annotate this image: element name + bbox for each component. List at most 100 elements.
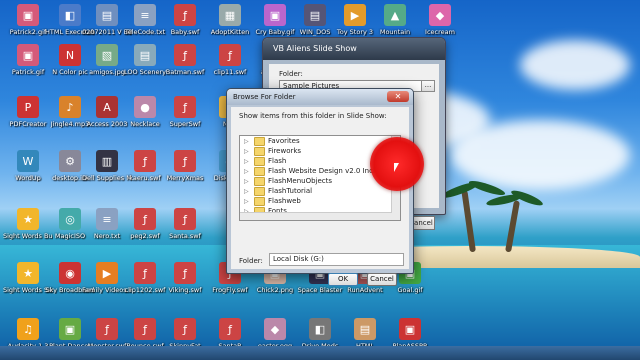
folder-icon xyxy=(254,196,265,206)
desktop-icon-label: RunAdvent xyxy=(347,286,383,294)
tree-folder-label: FlashMenuObjects xyxy=(268,177,333,185)
desktop-icon[interactable]: ƒ Baby.swf xyxy=(160,4,210,36)
file-icon: ƒ xyxy=(174,44,196,66)
file-icon: ● xyxy=(134,96,156,118)
window-title: VB Aliens Slide Show xyxy=(263,38,445,60)
ok-button[interactable]: OK xyxy=(328,273,358,286)
file-icon: ƒ xyxy=(174,208,196,230)
folder-icon xyxy=(254,186,265,196)
file-icon: ◎ xyxy=(59,208,81,230)
file-icon: W xyxy=(17,150,39,172)
file-icon: ◆ xyxy=(264,318,286,340)
file-icon: N xyxy=(59,44,81,66)
desktop-icon[interactable]: ◆ Icecream xyxy=(415,4,465,36)
desktop-icon-label: clip11.swf xyxy=(213,68,247,76)
file-icon: ƒ xyxy=(96,318,118,340)
dialog-title: Browse For Folder xyxy=(227,89,413,105)
folder-icon xyxy=(254,166,265,176)
file-icon: ▣ xyxy=(59,318,81,340)
folder-field[interactable]: Local Disk (G:) xyxy=(269,253,404,266)
desktop-icon[interactable]: ƒ Santa.swf xyxy=(160,208,210,240)
file-icon: ƒ xyxy=(219,44,241,66)
dialog-client: Show items from this folder in Slide Sho… xyxy=(231,107,409,286)
file-icon: ▦ xyxy=(219,4,241,26)
tree-folder-label: Flashweb xyxy=(268,197,301,205)
cancel-button[interactable]: Cancel xyxy=(367,273,397,286)
close-icon[interactable]: ✕ xyxy=(387,91,409,102)
file-icon: ƒ xyxy=(134,262,156,284)
desktop-icon-label: SuperSwf xyxy=(169,120,201,128)
file-icon: ≡ xyxy=(134,4,156,26)
taskbar xyxy=(0,346,640,360)
file-icon: ▣ xyxy=(17,44,39,66)
palm-tree xyxy=(461,190,476,253)
desktop-icon[interactable]: ƒ Batman.swf xyxy=(160,44,210,76)
file-icon: ƒ xyxy=(174,262,196,284)
tree-folder-item[interactable]: ▷ FlashTutorial xyxy=(240,186,400,196)
cursor-highlight xyxy=(370,137,424,191)
file-icon: ♫ xyxy=(17,318,39,340)
file-icon: ▣ xyxy=(17,4,39,26)
folder-icon xyxy=(254,146,265,156)
dialog-prompt: Show items from this folder in Slide Sho… xyxy=(239,112,387,120)
file-icon: ◧ xyxy=(59,4,81,26)
wallpaper-cloud xyxy=(520,40,630,90)
desktop-icon-label: Space Blaster xyxy=(297,286,343,294)
file-icon: ▧ xyxy=(96,44,118,66)
wallpaper-cloud xyxy=(450,120,630,190)
browse-button[interactable]: ... xyxy=(421,80,435,92)
file-icon: ▤ xyxy=(354,318,376,340)
file-icon: ƒ xyxy=(174,96,196,118)
file-icon: ▶ xyxy=(344,4,366,26)
file-icon: ▥ xyxy=(96,150,118,172)
file-icon: ▶ xyxy=(96,262,118,284)
file-icon: ▤ xyxy=(134,44,156,66)
file-icon: ★ xyxy=(17,262,39,284)
desktop-icon-label: MerryXmas xyxy=(166,174,204,182)
tree-folder-label: FlashTutorial xyxy=(268,187,313,195)
file-icon: ♪ xyxy=(59,96,81,118)
folder-icon xyxy=(254,136,265,146)
tree-horizontal-scrollbar[interactable] xyxy=(240,212,392,220)
file-icon: P xyxy=(17,96,39,118)
file-icon: ƒ xyxy=(174,150,196,172)
file-icon: ≡ xyxy=(96,208,118,230)
desktop-icon[interactable]: ▦ AdoptKitten xyxy=(205,4,255,36)
file-icon: A xyxy=(96,96,118,118)
file-icon: ◆ xyxy=(429,4,451,26)
desktop-icon[interactable]: ▲ Mountain xyxy=(370,4,420,36)
desktop-icon[interactable]: ƒ clip11.swf xyxy=(205,44,255,76)
file-icon: ▤ xyxy=(96,4,118,26)
desktop-icon[interactable]: ƒ MerryXmas xyxy=(160,150,210,182)
file-icon: ▲ xyxy=(384,4,406,26)
file-icon: ⚙ xyxy=(59,150,81,172)
file-icon: ▣ xyxy=(264,4,286,26)
desktop-icon[interactable]: ƒ SuperSwf xyxy=(160,96,210,128)
tree-folder-item[interactable]: ▷ Favorites xyxy=(240,136,400,146)
desktop-icon-label: Viking.swf xyxy=(168,286,202,294)
file-icon: ▤ xyxy=(304,4,326,26)
desktop-icon-label: Icecream xyxy=(425,28,455,36)
mouse-pointer-icon xyxy=(394,163,399,172)
desktop-icon-label: Baby.swf xyxy=(170,28,200,36)
file-icon: ƒ xyxy=(134,150,156,172)
file-icon: ★ xyxy=(17,208,39,230)
desktop-icon-label: Santa.swf xyxy=(169,232,201,240)
desktop-icon[interactable]: ƒ Viking.swf xyxy=(160,262,210,294)
file-icon: ƒ xyxy=(174,4,196,26)
file-icon: ▣ xyxy=(399,318,421,340)
desktop-icon-label: AdoptKitten xyxy=(210,28,250,36)
desktop-icon-label: Goal.gif xyxy=(397,286,423,294)
file-icon: ƒ xyxy=(134,208,156,230)
desktop-icon-label: Chick2.png xyxy=(256,286,294,294)
tree-folder-label: Flash xyxy=(268,157,287,165)
tree-folder-item[interactable]: ▷ Flashweb xyxy=(240,196,400,206)
desktop-icon-label: Mountain xyxy=(379,28,411,36)
folder-label: Folder: xyxy=(239,257,263,265)
file-icon: ƒ xyxy=(174,318,196,340)
desktop-icon-label: Batman.swf xyxy=(165,68,205,76)
file-icon: ƒ xyxy=(219,318,241,340)
folder-icon xyxy=(254,176,265,186)
file-icon: ◧ xyxy=(309,318,331,340)
tree-folder-label: Favorites xyxy=(268,137,300,145)
